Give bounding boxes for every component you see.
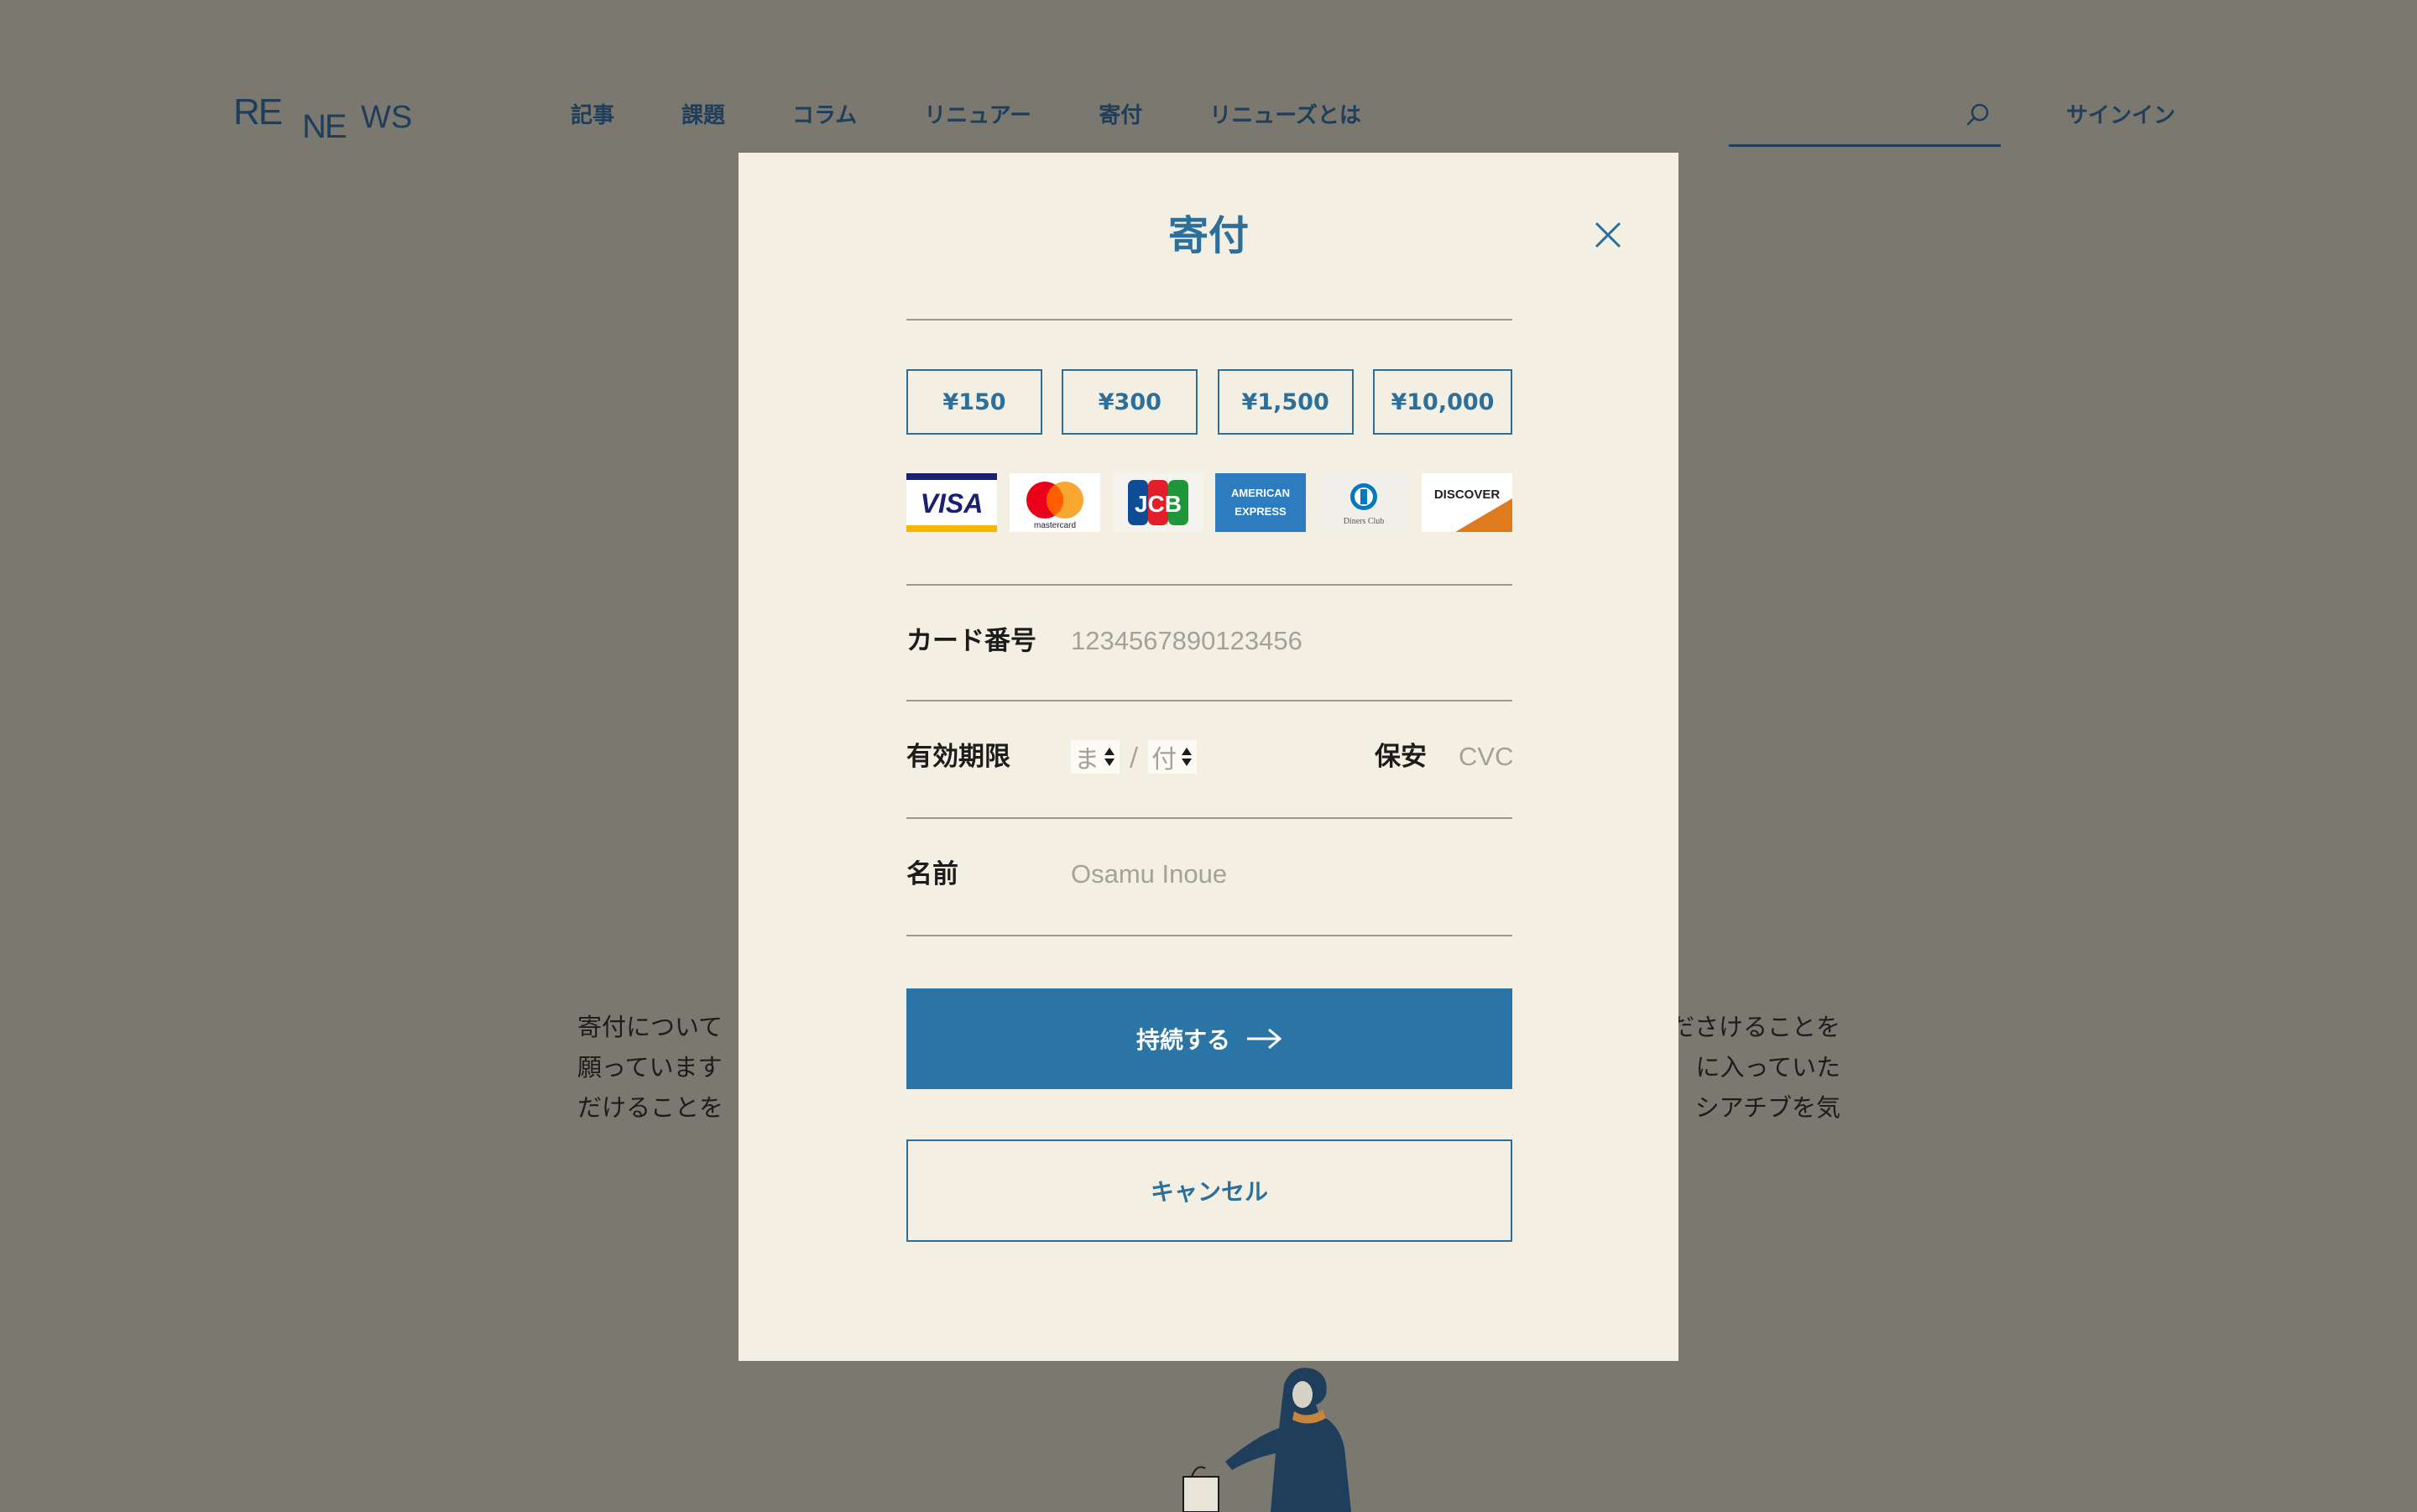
stepper-arrows-icon bbox=[1104, 748, 1115, 766]
search-box bbox=[1729, 92, 2001, 147]
card-number-row: カード番号 bbox=[906, 584, 1512, 698]
svg-text:EXPRESS: EXPRESS bbox=[1235, 505, 1287, 518]
svg-text:VISA: VISA bbox=[921, 488, 984, 519]
card-number-label: カード番号 bbox=[906, 626, 1036, 656]
modal-title: 寄付 bbox=[1167, 212, 1249, 259]
arrow-right-icon bbox=[1247, 1028, 1282, 1050]
expiry-separator: / bbox=[1130, 742, 1139, 772]
svg-text:mastercard: mastercard bbox=[1034, 521, 1076, 530]
name-label: 名前 bbox=[906, 859, 958, 889]
amount-button-150[interactable]: ¥150 bbox=[906, 369, 1042, 435]
jcb-logo: JCB bbox=[1112, 473, 1203, 532]
search-input[interactable] bbox=[1729, 97, 1959, 136]
bg-text-line: に入っていた bbox=[1695, 1053, 1841, 1082]
expiry-year-select[interactable]: 付 bbox=[1148, 740, 1198, 774]
continue-button[interactable]: 持続する bbox=[906, 988, 1512, 1089]
svg-text:Diners Club: Diners Club bbox=[1344, 517, 1385, 526]
close-icon[interactable] bbox=[1584, 211, 1631, 258]
bg-text-line: だけることを bbox=[577, 1093, 724, 1122]
expiry-year-value: 付 bbox=[1151, 745, 1177, 774]
cvc-label: 保安 bbox=[1375, 742, 1427, 772]
svg-text:JCB: JCB bbox=[1135, 491, 1182, 517]
svg-text:RE: RE bbox=[233, 91, 282, 133]
expiry-row: 有効期限 ま / 付 保安 bbox=[906, 700, 1512, 814]
mastercard-logo: mastercard bbox=[1009, 473, 1100, 532]
main-nav: 記事 課題 コラム リニュアー 寄付 リニューズとは bbox=[571, 99, 1428, 133]
card-brand-logos: VISA mastercard JCB AMERICAN EXPRESS Din… bbox=[906, 473, 1512, 534]
svg-text:DISCOVER: DISCOVER bbox=[1434, 487, 1501, 502]
expiry-selects: ま / 付 bbox=[1071, 740, 1198, 774]
amount-button-1500[interactable]: ¥1,500 bbox=[1217, 369, 1354, 435]
name-row: 名前 bbox=[906, 817, 1512, 931]
diners-club-logo: Diners Club bbox=[1318, 473, 1410, 532]
nav-about[interactable]: リニューズとは bbox=[1209, 99, 1361, 133]
divider bbox=[906, 319, 1512, 321]
divider bbox=[906, 935, 1512, 936]
nav-renewers[interactable]: リニュアー bbox=[924, 99, 1031, 133]
expiry-month-select[interactable]: ま bbox=[1071, 740, 1120, 774]
nav-articles[interactable]: 記事 bbox=[571, 99, 614, 133]
cvc-input[interactable] bbox=[1459, 737, 1512, 777]
name-input[interactable] bbox=[1071, 854, 1507, 894]
visa-logo: VISA bbox=[906, 473, 997, 532]
cancel-button[interactable]: キャンセル bbox=[906, 1139, 1512, 1242]
svg-text:NE: NE bbox=[302, 108, 346, 141]
renews-logo[interactable]: RE NE WS bbox=[233, 91, 418, 141]
signin-link[interactable]: サインイン bbox=[2066, 99, 2175, 133]
nav-columns[interactable]: コラム bbox=[792, 99, 857, 133]
bg-text-line: ださけることを bbox=[1670, 1013, 1841, 1041]
amex-logo: AMERICAN EXPRESS bbox=[1215, 473, 1307, 532]
svg-text:WS: WS bbox=[361, 100, 412, 135]
person-illustration bbox=[1182, 1368, 1351, 1512]
expiry-month-value: ま bbox=[1074, 745, 1099, 774]
close-button[interactable] bbox=[1584, 211, 1631, 258]
donation-modal: 寄付 ¥150 ¥300 ¥1,500 ¥10,000 VISA masterc… bbox=[739, 153, 1678, 1361]
search-icon[interactable] bbox=[1965, 102, 1991, 128]
expiry-label: 有効期限 bbox=[906, 742, 1010, 772]
page-background: RE NE WS 記事 課題 コラム リニュアー 寄付 リニューズとは サインイ… bbox=[0, 0, 2417, 1512]
amount-button-10000[interactable]: ¥10,000 bbox=[1372, 369, 1512, 435]
amount-options: ¥150 ¥300 ¥1,500 ¥10,000 bbox=[906, 369, 1512, 436]
stepper-arrows-icon bbox=[1182, 748, 1193, 766]
bg-text-line: シアチブを気 bbox=[1694, 1093, 1841, 1122]
bg-text-line: 寄付について bbox=[577, 1013, 723, 1041]
nav-donate[interactable]: 寄付 bbox=[1099, 99, 1142, 133]
svg-text:AMERICAN: AMERICAN bbox=[1231, 487, 1290, 499]
bg-text-right: ださけることをに入っていた シアチブを気 bbox=[1670, 1007, 1840, 1128]
card-number-input[interactable] bbox=[1071, 621, 1507, 661]
discover-logo: DISCOVER bbox=[1421, 473, 1512, 532]
bg-text-left: 寄付について 願っています だけることを bbox=[577, 1007, 723, 1128]
bg-text-line: 願っています bbox=[577, 1053, 723, 1082]
continue-label: 持続する bbox=[1135, 1026, 1230, 1054]
amount-button-300[interactable]: ¥300 bbox=[1062, 369, 1198, 435]
nav-issues[interactable]: 課題 bbox=[681, 99, 725, 133]
